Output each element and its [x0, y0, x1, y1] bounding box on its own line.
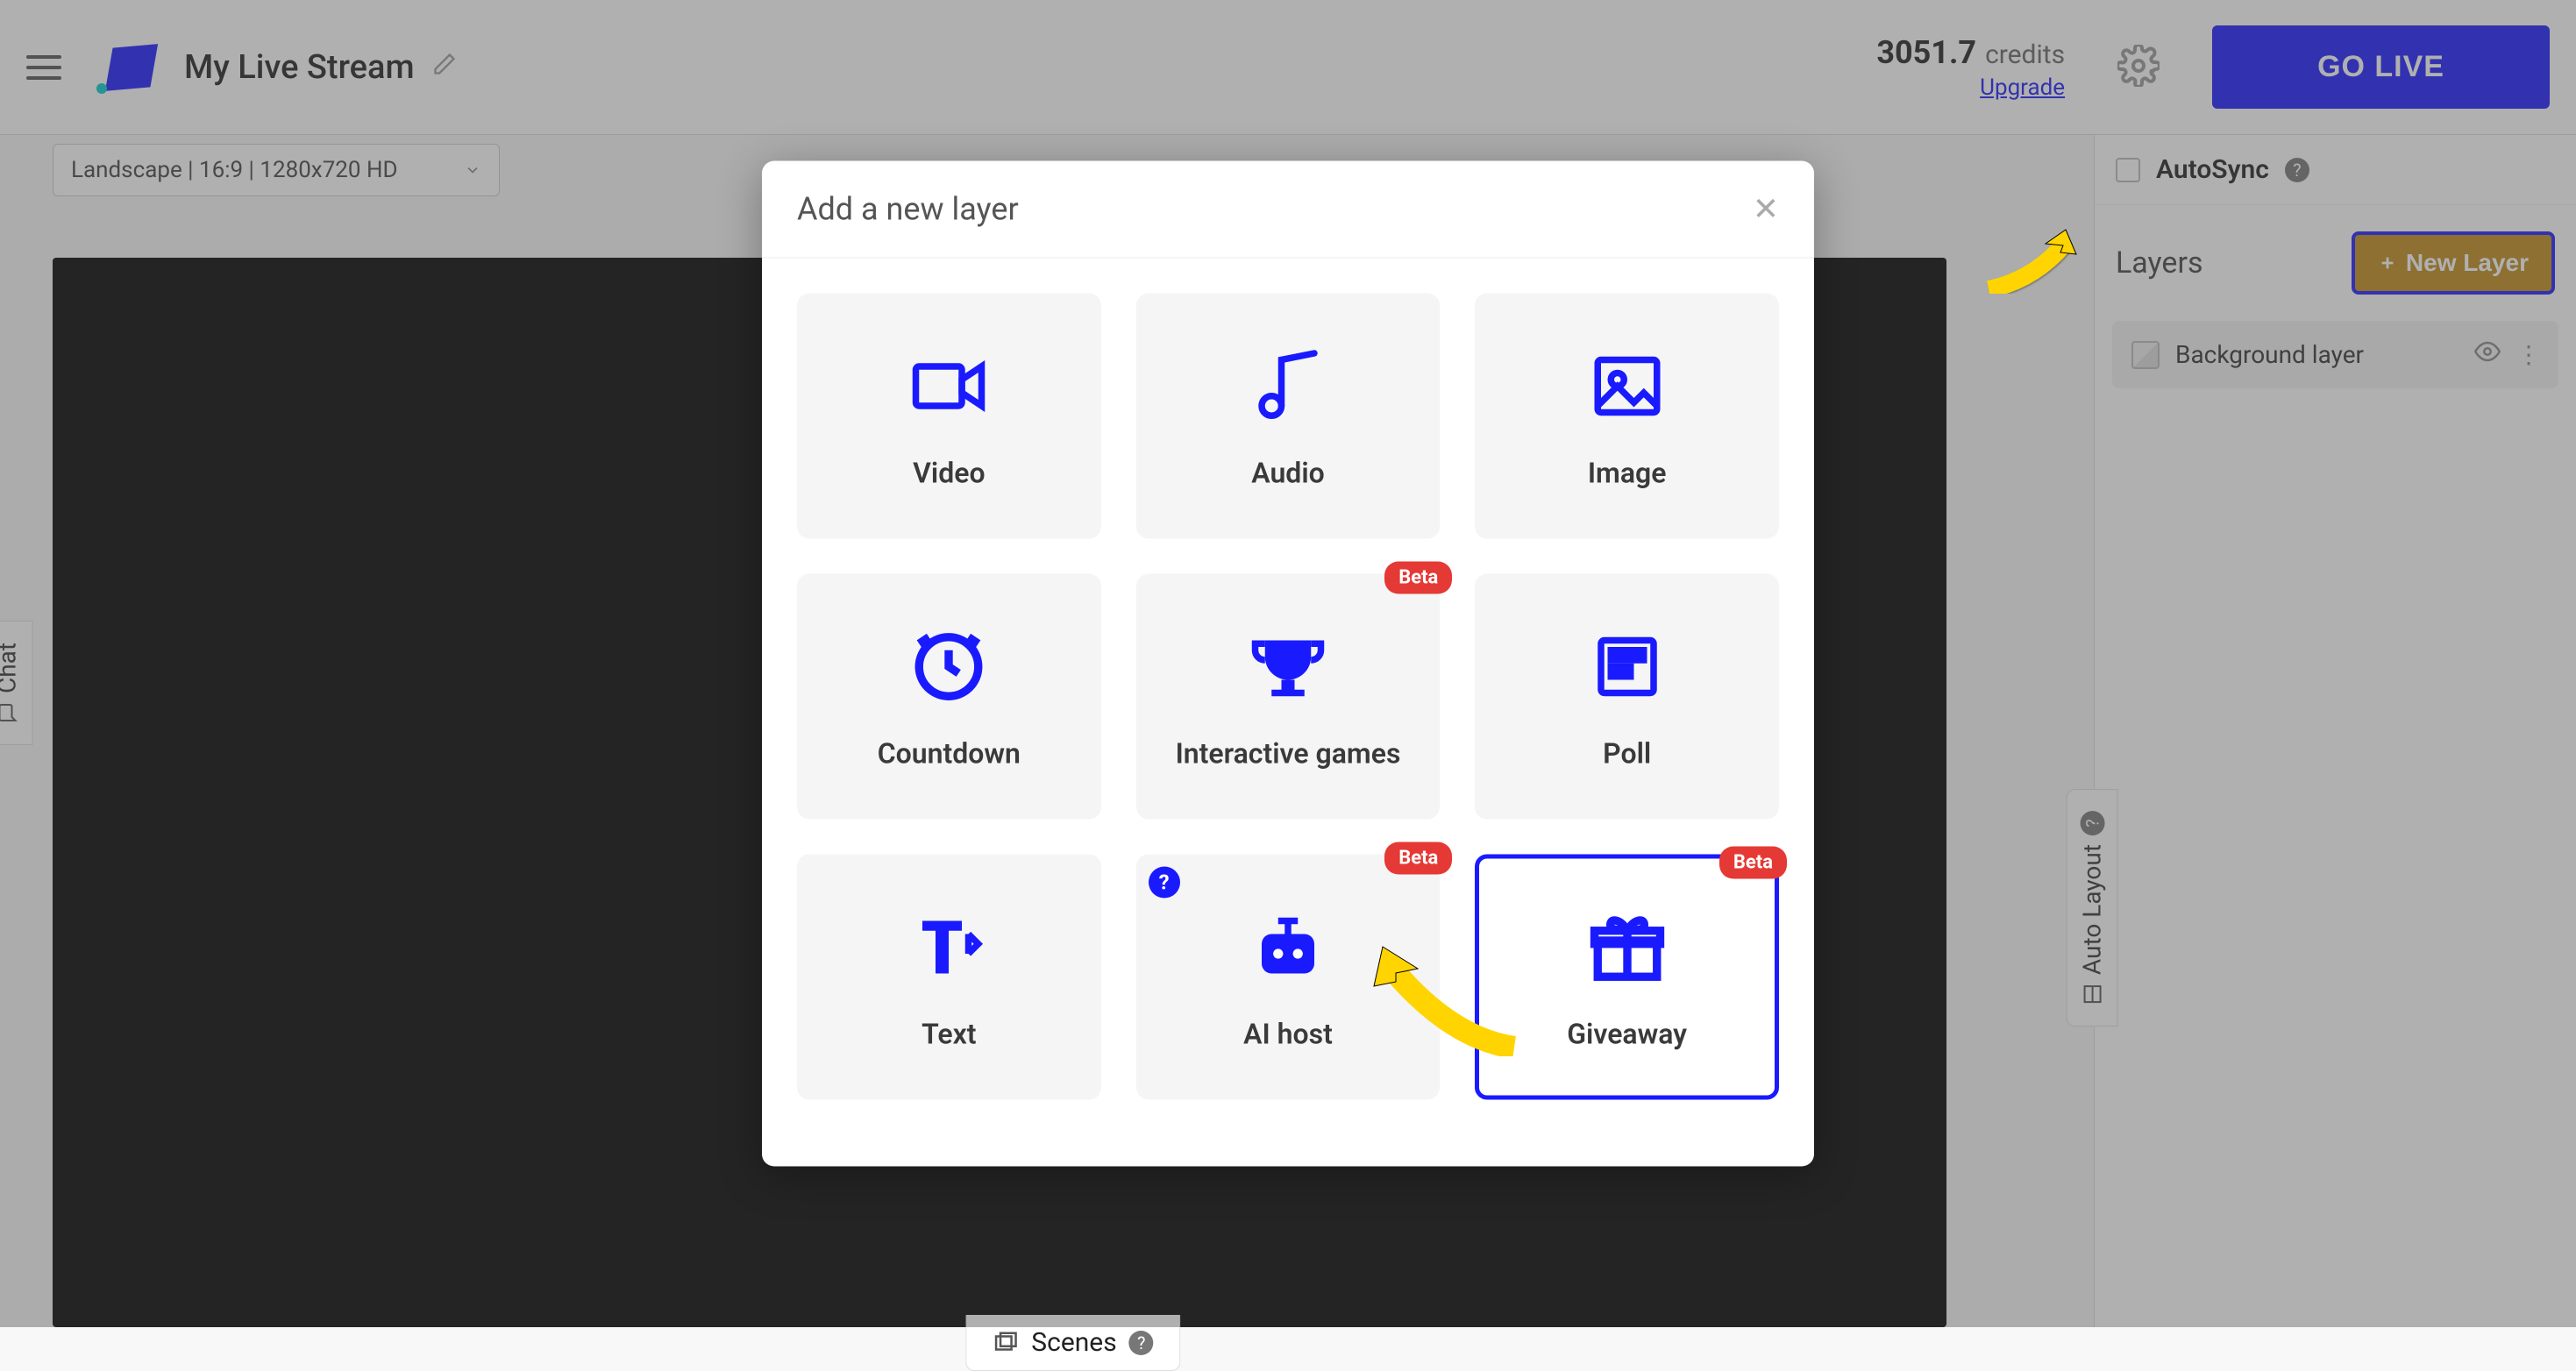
- interactive-games-icon: [1249, 623, 1327, 711]
- layer-tile-poll[interactable]: Poll: [1475, 574, 1779, 820]
- layer-tile-countdown[interactable]: Countdown: [797, 574, 1101, 820]
- countdown-icon: [909, 623, 988, 711]
- modal-title: Add a new layer: [797, 191, 1019, 228]
- annotation-arrow: [1365, 942, 1523, 1056]
- beta-badge: Beta: [1719, 847, 1787, 879]
- video-icon: [909, 343, 988, 430]
- tile-label: Poll: [1603, 737, 1651, 771]
- layer-tile-text[interactable]: Text: [797, 855, 1101, 1100]
- tile-label: Countdown: [878, 737, 1021, 771]
- tile-label: Giveaway: [1567, 1018, 1687, 1051]
- tile-label: Audio: [1251, 457, 1324, 490]
- beta-badge: Beta: [1384, 562, 1452, 594]
- layer-tile-video[interactable]: Video: [797, 294, 1101, 539]
- layer-tile-image[interactable]: Image: [1475, 294, 1779, 539]
- giveaway-icon: [1588, 904, 1667, 991]
- tile-label: Text: [922, 1018, 976, 1051]
- text-icon: [909, 904, 988, 991]
- annotation-arrow: [1980, 228, 2085, 298]
- layer-tile-audio[interactable]: Audio: [1136, 294, 1441, 539]
- layer-tile-interactive-games[interactable]: Interactive gamesBeta: [1136, 574, 1441, 820]
- beta-badge: Beta: [1384, 842, 1452, 875]
- help-icon[interactable]: ?: [1149, 867, 1180, 899]
- scenes-icon: [993, 1330, 1019, 1356]
- tile-label: AI host: [1243, 1018, 1333, 1051]
- poll-icon: [1588, 623, 1667, 711]
- tile-label: Interactive games: [1176, 737, 1401, 771]
- help-icon[interactable]: ?: [1129, 1331, 1154, 1355]
- add-layer-modal: Add a new layer ✕ Video Audio Image Countdo…: [762, 161, 1814, 1167]
- tile-label: Image: [1588, 457, 1667, 490]
- ai-host-icon: [1249, 904, 1327, 991]
- tile-label: Video: [913, 457, 985, 490]
- audio-icon: [1249, 343, 1327, 430]
- close-icon[interactable]: ✕: [1753, 191, 1779, 228]
- image-icon: [1588, 343, 1667, 430]
